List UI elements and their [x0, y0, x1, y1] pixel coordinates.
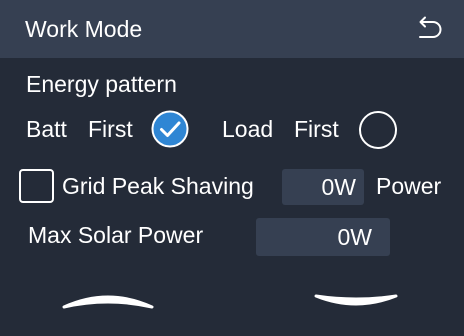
grid-peak-shaving-checkbox[interactable] [19, 169, 54, 203]
energy-pattern-label: Energy pattern [26, 71, 177, 97]
scroll-down-button[interactable] [314, 292, 398, 312]
grid-peak-shaving-label: Grid Peak Shaving [62, 173, 254, 199]
check-circle-icon [151, 110, 189, 148]
chevron-up-icon [62, 295, 154, 309]
empty-circle-icon [359, 111, 397, 149]
grid-peak-shaving-value-field[interactable]: 0W [282, 169, 364, 205]
load-first-word1: Load [222, 116, 274, 142]
load-first-word2: First [294, 116, 339, 142]
scroll-up-button[interactable] [62, 290, 154, 314]
grid-peak-shaving-suffix: Power [376, 173, 442, 199]
chevron-down-icon [314, 294, 398, 306]
page-title: Work Mode [25, 16, 143, 42]
batt-first-word2: First [88, 116, 133, 142]
checkbox-empty-icon [19, 169, 54, 203]
batt-first-radio[interactable] [151, 110, 189, 148]
batt-first-word1: Batt [26, 116, 67, 142]
return-arrow-icon [419, 16, 442, 38]
header-bar: Work Mode [0, 0, 464, 58]
back-button[interactable] [410, 12, 446, 46]
max-solar-power-value-field[interactable]: 0W [256, 218, 390, 256]
max-solar-power-label: Max Solar Power [28, 222, 204, 248]
load-first-radio[interactable] [358, 110, 398, 150]
